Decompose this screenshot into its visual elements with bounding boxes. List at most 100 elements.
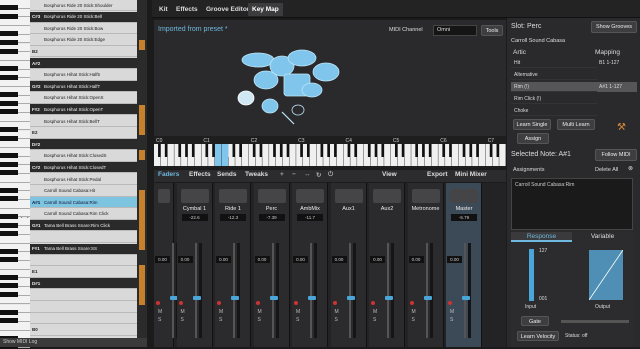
- black-key[interactable]: [0, 135, 18, 141]
- white-key[interactable]: [309, 144, 317, 166]
- volume-fader[interactable]: [464, 243, 466, 338]
- artic-item[interactable]: Hit: [511, 58, 597, 68]
- volume-fader[interactable]: [387, 243, 389, 338]
- note-row[interactable]: C#2 Bosphorus Hihat Stick:ClosedT: [30, 162, 147, 174]
- close-icon[interactable]: ⊗: [628, 165, 633, 172]
- note-row[interactable]: E2: [30, 128, 147, 139]
- midi-channel-select[interactable]: Omni: [433, 25, 477, 36]
- fader-handle[interactable]: [346, 296, 355, 300]
- solo-button[interactable]: S: [412, 317, 415, 323]
- cymbal-pad[interactable]: [287, 49, 317, 67]
- loop-icon[interactable]: ↻: [316, 171, 321, 179]
- record-icon[interactable]: [294, 301, 298, 305]
- mute-button[interactable]: M: [158, 309, 162, 315]
- white-key[interactable]: [336, 144, 344, 166]
- volume-fader[interactable]: [194, 243, 197, 338]
- pan-value[interactable]: -7.39: [258, 214, 285, 221]
- pan-value[interactable]: -12.3: [220, 214, 246, 221]
- note-row[interactable]: [30, 290, 147, 301]
- mute-button[interactable]: M: [219, 309, 223, 315]
- solo-button[interactable]: S: [258, 317, 261, 323]
- pan-value[interactable]: -11.7: [297, 214, 323, 221]
- record-icon[interactable]: [448, 301, 452, 305]
- note-row[interactable]: E1: [30, 267, 147, 278]
- artic-item[interactable]: Rim Click (!): [511, 94, 597, 104]
- black-key[interactable]: [0, 248, 18, 254]
- solo-button[interactable]: S: [181, 317, 184, 323]
- gate-button[interactable]: Gate: [521, 316, 549, 326]
- note-row[interactable]: [30, 255, 147, 267]
- tab-variable[interactable]: Variable: [572, 232, 633, 242]
- learn-velocity-button[interactable]: Learn Velocity: [517, 331, 559, 341]
- minus-icon[interactable]: −: [292, 171, 296, 178]
- white-key[interactable]: [478, 144, 486, 166]
- piano-keyboard-vertical[interactable]: C3 C2: [0, 0, 30, 349]
- tab-effects[interactable]: Effects: [172, 3, 202, 16]
- artic-item[interactable]: Alternative: [511, 70, 597, 80]
- white-key[interactable]: [0, 17, 30, 27]
- note-row[interactable]: G#2 Bosphorus Hihat Stick:HalfT: [30, 81, 147, 93]
- white-key[interactable]: [0, 261, 30, 270]
- black-key[interactable]: [0, 222, 18, 228]
- fader-handle[interactable]: [385, 296, 393, 300]
- note-row[interactable]: F#2 Bosphorus Hihat Stick:OpenT: [30, 104, 147, 116]
- perc-pad[interactable]: [237, 90, 255, 106]
- black-key[interactable]: [0, 65, 18, 71]
- note-row[interactable]: Carroll Sound Cabasa:Rim Click: [30, 209, 147, 220]
- black-key[interactable]: [0, 257, 18, 263]
- pan-value[interactable]: -5.79: [451, 214, 477, 221]
- white-key[interactable]: [404, 144, 411, 166]
- tab-tweaks[interactable]: Tweaks: [245, 171, 268, 178]
- assignments-list[interactable]: Carroll Sound Cabasa:Rim: [511, 178, 633, 230]
- record-icon[interactable]: [217, 301, 221, 305]
- white-key[interactable]: [357, 144, 364, 166]
- perc-pad[interactable]: [261, 98, 279, 114]
- solo-button[interactable]: S: [450, 317, 453, 323]
- record-icon[interactable]: [409, 301, 414, 305]
- white-key[interactable]: [214, 144, 222, 166]
- black-key[interactable]: [0, 13, 18, 19]
- note-row[interactable]: [30, 313, 147, 325]
- mute-button[interactable]: M: [258, 309, 262, 315]
- black-key[interactable]: [0, 74, 18, 80]
- fader-handle[interactable]: [308, 296, 316, 300]
- tab-sends[interactable]: Sends: [217, 171, 237, 178]
- tab-key-map[interactable]: Key Map: [248, 3, 283, 16]
- white-key[interactable]: [0, 321, 30, 331]
- white-key[interactable]: [0, 174, 30, 183]
- note-row[interactable]: [30, 302, 147, 313]
- black-key[interactable]: [0, 318, 18, 324]
- white-key[interactable]: [167, 144, 174, 166]
- drum-kit-image[interactable]: [236, 48, 346, 128]
- mute-button[interactable]: M: [412, 309, 416, 315]
- solo-button[interactable]: S: [219, 317, 222, 323]
- snare-pad[interactable]: [253, 70, 279, 90]
- white-key[interactable]: [0, 113, 30, 122]
- black-key[interactable]: [0, 187, 18, 193]
- volume-fader[interactable]: [233, 243, 235, 338]
- white-key[interactable]: [0, 295, 30, 305]
- note-row[interactable]: B2: [30, 46, 147, 58]
- black-key[interactable]: [0, 161, 18, 167]
- note-mapping-list[interactable]: Bosphorus Ride 20 Stick:Shoulder C#3 Bosph…: [30, 0, 147, 347]
- white-key[interactable]: [262, 144, 269, 166]
- artic-item-selected[interactable]: Rim (!): [511, 82, 597, 92]
- record-icon[interactable]: [156, 301, 160, 305]
- black-key[interactable]: [0, 5, 18, 10]
- piano-keys[interactable]: C0C1C2C3C4C5C6C7C8: [154, 136, 542, 168]
- route-icon[interactable]: ↔: [304, 171, 311, 178]
- note-row[interactable]: D#1: [30, 278, 147, 290]
- white-key[interactable]: [499, 144, 506, 166]
- volume-fader[interactable]: [425, 243, 428, 338]
- solo-button[interactable]: S: [296, 317, 299, 323]
- mute-button[interactable]: M: [450, 309, 454, 315]
- mute-button[interactable]: M: [335, 309, 339, 315]
- black-key[interactable]: [0, 126, 18, 132]
- note-row[interactable]: Bosphorus Hihat Stick:Pedal: [30, 174, 147, 185]
- solo-button[interactable]: S: [158, 317, 161, 323]
- note-row[interactable]: F#1 Tama Bell Brass Snare:SS: [30, 243, 147, 255]
- tab-groove-editor[interactable]: Groove Editor: [202, 3, 253, 16]
- fader-handle[interactable]: [269, 296, 278, 300]
- black-key[interactable]: [0, 309, 18, 315]
- white-key[interactable]: [0, 200, 30, 209]
